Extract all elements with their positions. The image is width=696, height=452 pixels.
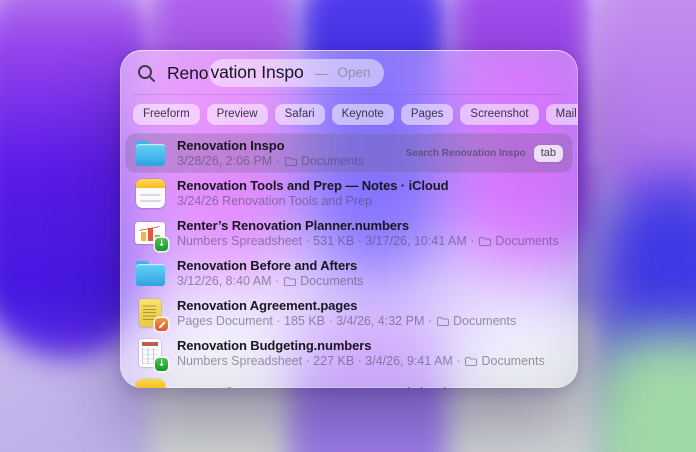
result-row-renovation-tools-and-prep[interactable]: Renovation Tools and Prep — Notes · iClo… (125, 173, 573, 213)
search-results-list: Renovation Inspo 3/28/26, 2:06 PM · Docu… (120, 131, 578, 388)
result-title: Renovation Measurements — Notes · iCloud (177, 385, 447, 388)
wallpaper-capsule (595, 0, 696, 220)
documents-folder-icon (478, 236, 491, 247)
search-icon (137, 64, 156, 83)
tab-key-badge: tab (534, 145, 563, 162)
search-query: Renovation Inspo — Open (167, 59, 384, 87)
blue-folder-icon (134, 257, 166, 289)
documents-folder-icon (283, 276, 296, 287)
pages-document-icon (134, 297, 166, 329)
wallpaper-blob (586, 330, 696, 452)
result-title: Renovation Before and Afters (177, 258, 363, 274)
result-texts: Renter’s Renovation Planner.numbers Numb… (177, 218, 559, 249)
filter-chip-freeform[interactable]: Freeform (133, 104, 200, 125)
spotlight-panel: Renovation Inspo — Open Freeform Preview S… (120, 50, 578, 388)
download-badge-icon: ↓ (155, 358, 168, 371)
result-meta: 3/28/26, 2:06 PM · Documents (177, 154, 364, 169)
filter-chip-mail[interactable]: Mail (546, 104, 578, 125)
result-meta: Numbers Spreadsheet · 227 KB · 3/4/26, 9… (177, 354, 545, 369)
notes-app-icon (134, 177, 166, 209)
result-texts: Renovation Budgeting.numbers Numbers Spr… (177, 338, 545, 369)
result-title: Renovation Budgeting.numbers (177, 338, 545, 354)
search-field[interactable]: Renovation Inspo — Open (120, 50, 578, 94)
numbers-spreadsheet-icon: ↓ (134, 217, 166, 249)
result-title: Renovation Tools and Prep — Notes · iClo… (177, 178, 448, 194)
result-meta: 3/24/26 Renovation Tools and Prep (177, 194, 448, 209)
result-texts: Renovation Inspo 3/28/26, 2:06 PM · Docu… (177, 138, 364, 169)
filter-chip-pages[interactable]: Pages (401, 104, 454, 125)
result-row-renovation-budgeting[interactable]: ↓ Renovation Budgeting.numbers Numbers S… (125, 333, 573, 373)
result-row-renovation-inspo[interactable]: Renovation Inspo 3/28/26, 2:06 PM · Docu… (125, 133, 573, 173)
filter-chip-bar: Freeform Preview Safari Keynote Pages Sc… (120, 95, 578, 131)
wallpaper-blob (598, 178, 696, 408)
filter-chip-keynote[interactable]: Keynote (332, 104, 394, 125)
wallpaper-gap (589, 0, 600, 163)
edit-badge-icon (155, 318, 168, 331)
documents-folder-icon (464, 356, 477, 367)
numbers-spreadsheet-icon: ↓ (134, 337, 166, 369)
search-hint-separator: — (315, 65, 329, 81)
result-title: Renter’s Renovation Planner.numbers (177, 218, 559, 234)
result-accessory: Search Renovation Inspo tab (406, 145, 563, 162)
result-meta: 3/12/26, 8:40 AM · Documents (177, 274, 363, 289)
result-row-renters-renovation-planner[interactable]: ↓ Renter’s Renovation Planner.numbers Nu… (125, 213, 573, 253)
result-title: Renovation Agreement.pages (177, 298, 516, 314)
filter-chip-screenshot[interactable]: Screenshot (460, 104, 538, 125)
result-meta: Pages Document · 185 KB · 3/4/26, 4:32 P… (177, 314, 516, 329)
result-texts: Renovation Tools and Prep — Notes · iClo… (177, 178, 448, 209)
filter-chip-safari[interactable]: Safari (275, 104, 325, 125)
search-open-hint: Open (338, 65, 371, 80)
result-row-renovation-before-and-afters[interactable]: Renovation Before and Afters 3/12/26, 8:… (125, 253, 573, 293)
result-row-renovation-agreement[interactable]: Renovation Agreement.pages Pages Documen… (125, 293, 573, 333)
search-completion-pill: vation Inspo — Open (209, 59, 383, 87)
result-texts: Renovation Before and Afters 3/12/26, 8:… (177, 258, 363, 289)
notes-app-icon (134, 377, 166, 388)
result-meta: Numbers Spreadsheet · 531 KB · 3/17/26, … (177, 234, 559, 249)
result-title: Renovation Inspo (177, 138, 364, 154)
search-completion-text: vation Inspo (210, 62, 303, 83)
search-typed-text: Reno (167, 63, 208, 84)
download-badge-icon: ↓ (155, 238, 168, 251)
desktop-wallpaper: Renovation Inspo — Open Freeform Preview S… (0, 0, 696, 452)
result-texts: Renovation Measurements — Notes · iCloud (177, 385, 447, 388)
result-row-renovation-measurements[interactable]: Renovation Measurements — Notes · iCloud (125, 373, 573, 388)
result-texts: Renovation Agreement.pages Pages Documen… (177, 298, 516, 329)
documents-folder-icon (284, 156, 297, 167)
documents-folder-icon (436, 316, 449, 327)
search-shortcut-label: Search Renovation Inspo (406, 148, 526, 159)
blue-folder-icon (134, 137, 166, 169)
filter-chip-preview[interactable]: Preview (207, 104, 268, 125)
